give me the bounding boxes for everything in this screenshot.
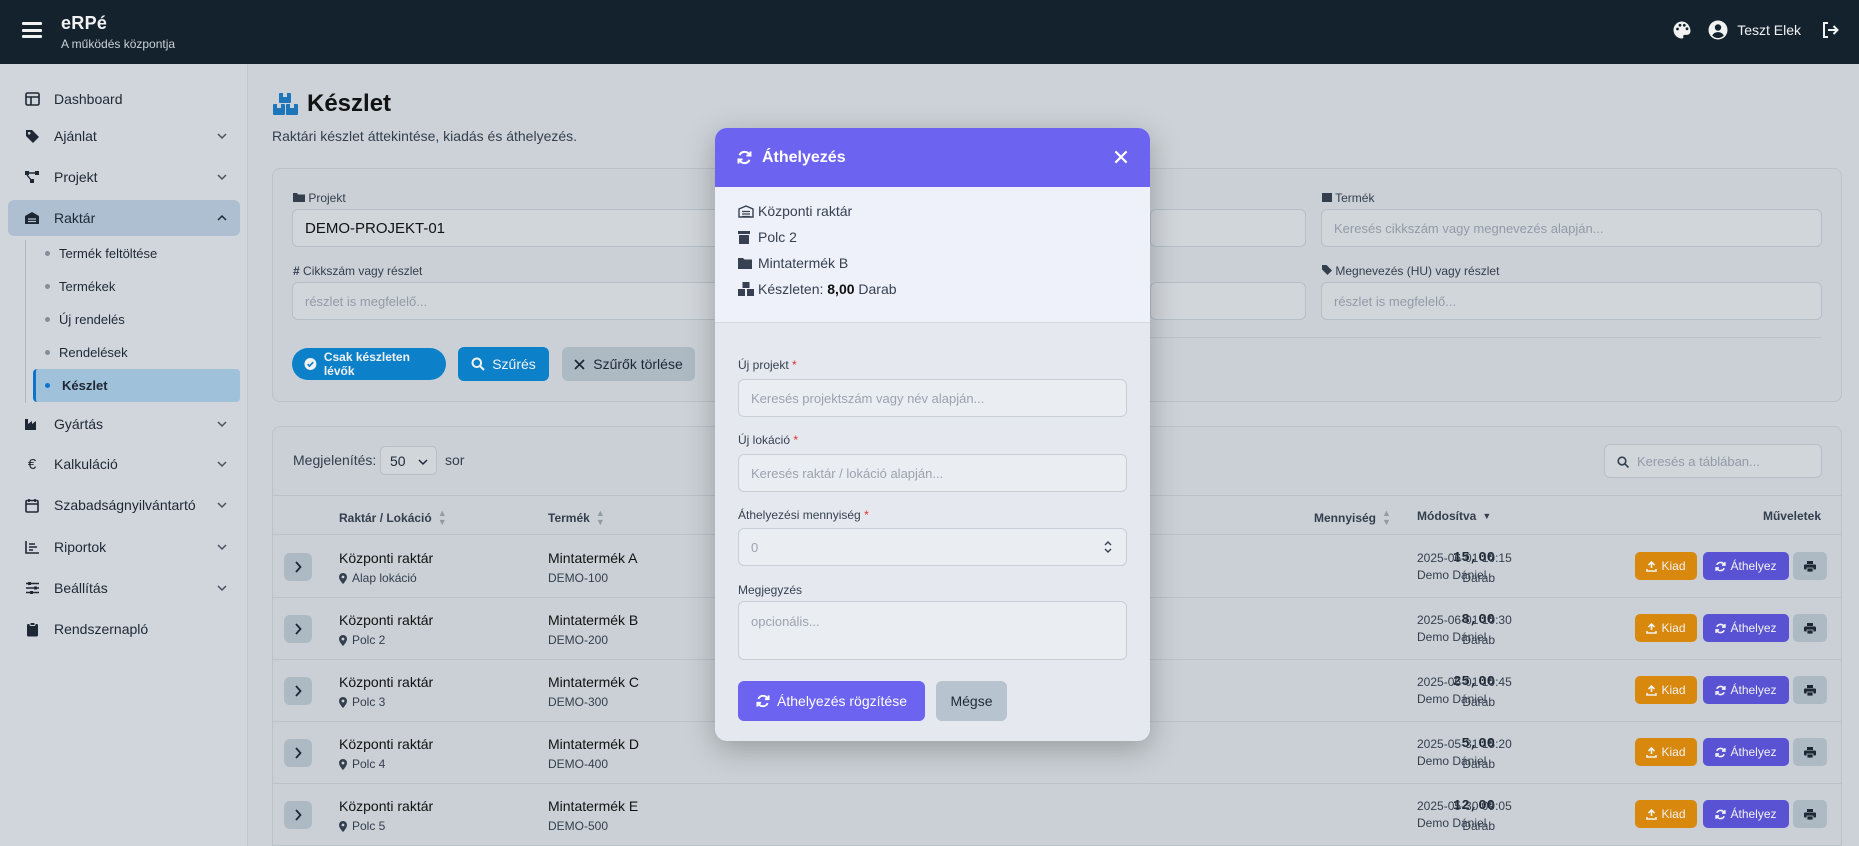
note-label: Megjegyzés xyxy=(738,583,803,597)
warehouse-icon xyxy=(738,204,754,218)
cancel-button[interactable]: Mégse xyxy=(936,681,1007,721)
new-project-label: Új projekt * xyxy=(738,358,797,372)
modal-item-info: Központi raktár Polc 2 Mintatermék B Kés… xyxy=(715,187,1150,323)
box-icon xyxy=(738,230,754,244)
transfer-modal: Áthelyezés Központi raktár Polc 2 Mintat… xyxy=(715,128,1150,741)
new-location-label: Új lokáció * xyxy=(738,433,799,447)
info-product: Mintatermék B xyxy=(738,255,848,271)
info-location: Polc 2 xyxy=(738,229,797,245)
note-textarea[interactable]: opcionális... xyxy=(738,601,1127,660)
modal-header: Áthelyezés xyxy=(715,128,1150,187)
quantity-label: Áthelyezési mennyiség * xyxy=(738,508,869,522)
close-icon[interactable] xyxy=(1112,148,1130,166)
quantity-stepper[interactable]: 0 xyxy=(738,528,1127,566)
new-project-input[interactable]: Keresés projektszám vagy név alapján... xyxy=(738,379,1127,417)
modal-title: Áthelyezés xyxy=(762,148,846,166)
info-warehouse: Központi raktár xyxy=(738,203,852,219)
submit-transfer-button[interactable]: Áthelyezés rögzítése xyxy=(738,681,925,721)
cubes-icon xyxy=(738,282,754,296)
stepper-arrows-icon[interactable] xyxy=(1103,539,1113,555)
sync-icon xyxy=(737,150,752,165)
new-location-input[interactable]: Keresés raktár / lokáció alapján... xyxy=(738,454,1127,492)
folder-icon xyxy=(738,257,754,269)
info-stock: Készleten: 8,00 Darab xyxy=(738,281,897,297)
sync-icon xyxy=(756,694,770,708)
